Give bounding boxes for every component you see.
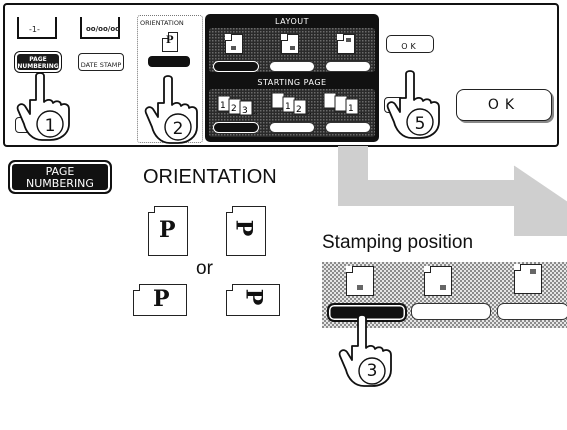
- panel-ok-label: OK: [401, 42, 419, 51]
- layout-option-2-icon[interactable]: [281, 34, 299, 54]
- svg-text:..: ..: [360, 107, 365, 116]
- stamping-option-2-button[interactable]: [411, 303, 491, 320]
- orientation-button[interactable]: [148, 56, 190, 67]
- starting-page-option-2-icon[interactable]: 1 2 ..: [271, 92, 315, 116]
- flow-arrow-icon: [338, 146, 567, 236]
- step-3-number: 3: [366, 361, 378, 381]
- svg-text:..: ..: [253, 107, 258, 116]
- starting-page-title: STARTING PAGE: [257, 78, 327, 87]
- page-numbering-button-label: PAGE NUMBERING: [17, 56, 59, 70]
- date-stamp-icon: oo/oo/oo: [80, 17, 120, 43]
- starting-page-option-1-button[interactable]: [213, 122, 259, 133]
- starting-page-option-2-button[interactable]: [269, 122, 315, 133]
- date-stamp-icon-text: oo/oo/oo: [86, 25, 120, 33]
- page-numbering-icon: -1-: [17, 17, 57, 43]
- ok-button-large[interactable]: OK: [456, 89, 552, 121]
- orientation-or-label: or: [196, 258, 213, 279]
- layout-option-1-button[interactable]: [213, 61, 259, 72]
- orientation-glyph: P: [166, 35, 174, 46]
- orientation-title: ORIENTATION: [140, 19, 184, 27]
- orientation-page-icon: P: [162, 32, 178, 52]
- svg-text:1: 1: [220, 101, 226, 111]
- starting-page-option-3-button[interactable]: [325, 122, 371, 133]
- step-1-number: 1: [44, 116, 56, 136]
- stamping-position-heading: Stamping position: [322, 232, 474, 253]
- layout-title: LAYOUT: [275, 17, 309, 26]
- orientation-portrait-rotated-glyph: P: [230, 219, 257, 237]
- page-numbering-large-button[interactable]: PAGE NUMBERING: [8, 160, 112, 194]
- panel-ok-button[interactable]: OK: [386, 35, 434, 53]
- page-numbering-icon-text: -1-: [29, 25, 40, 34]
- orientation-portrait-rotated-icon[interactable]: P: [226, 206, 266, 256]
- layout-panel: LAYOUT STARTING PAGE 1 2 3 .. 1 2 .. 1 .…: [205, 14, 379, 142]
- orientation-landscape-upright-icon[interactable]: P: [133, 284, 187, 316]
- orientation-landscape-rotated-icon[interactable]: P: [226, 284, 280, 316]
- stamping-option-bottom-left-icon[interactable]: [346, 266, 374, 296]
- date-stamp-button[interactable]: DATE STAMP: [78, 53, 124, 71]
- layout-option-3-button[interactable]: [325, 61, 371, 72]
- date-stamp-button-label: DATE STAMP: [80, 61, 122, 69]
- layout-option-3-icon[interactable]: [337, 34, 355, 54]
- layout-option-1-icon[interactable]: [225, 34, 243, 54]
- svg-text:1: 1: [348, 104, 354, 114]
- orientation-portrait-upright-glyph: P: [159, 217, 176, 243]
- stamping-option-top-right-icon[interactable]: [514, 264, 542, 294]
- orientation-landscape-upright-glyph: P: [153, 286, 170, 312]
- svg-text:2: 2: [296, 105, 302, 115]
- step-5-number: 5: [414, 114, 426, 134]
- ok-button-large-label: OK: [487, 97, 521, 113]
- stamping-option-bottom-right-icon[interactable]: [424, 266, 452, 296]
- page-numbering-large-label: PAGE NUMBERING: [26, 165, 94, 190]
- svg-text:3: 3: [242, 106, 248, 116]
- orientation-landscape-rotated-glyph: P: [240, 288, 267, 306]
- svg-text:1: 1: [285, 102, 291, 112]
- step-2-number: 2: [172, 119, 184, 139]
- stamping-option-3-button[interactable]: [497, 303, 567, 320]
- page-numbering-button[interactable]: PAGE NUMBERING: [14, 51, 62, 73]
- orientation-heading: ORIENTATION: [143, 166, 277, 188]
- svg-text:..: ..: [307, 107, 312, 116]
- svg-text:2: 2: [231, 104, 237, 114]
- starting-page-option-1-icon[interactable]: 1 2 3 ..: [217, 92, 261, 116]
- starting-page-option-3-icon[interactable]: 1 ..: [323, 92, 369, 116]
- control-panel: -1- PAGE NUMBERING oo/oo/oo DATE STAMP O…: [3, 3, 559, 147]
- layout-option-2-button[interactable]: [269, 61, 315, 72]
- orientation-portrait-upright-icon[interactable]: P: [148, 206, 188, 256]
